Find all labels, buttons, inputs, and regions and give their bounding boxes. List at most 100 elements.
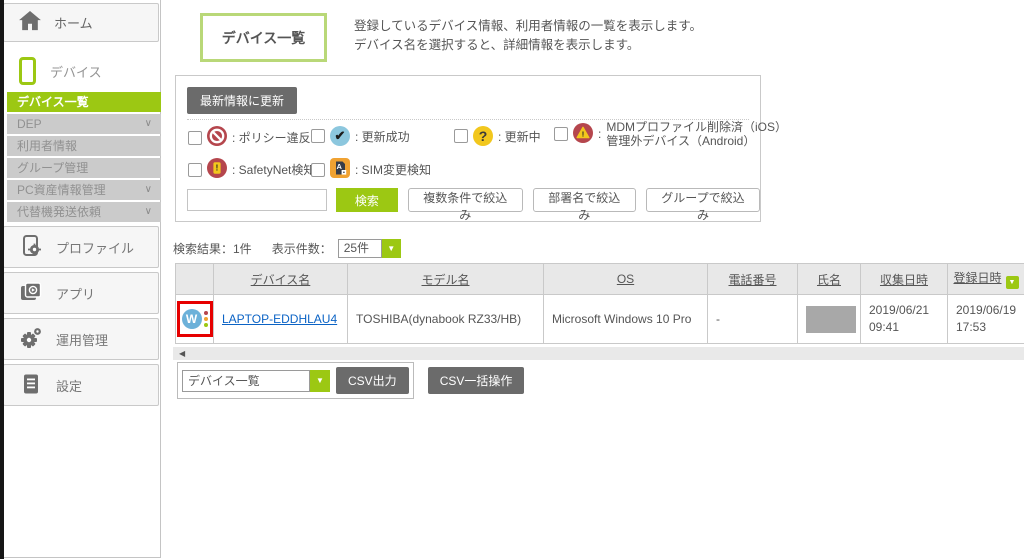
chevron-down-icon: ∨ [145, 114, 152, 134]
page-description: 登録しているデバイス情報、利用者情報の一覧を表示します。 デバイス名を選択すると… [354, 17, 702, 55]
mdm-removed-label-line1: MDMプロファイル削除済（iOS） [606, 120, 787, 134]
device-icon [19, 57, 36, 85]
status-filter-mdm-removed: ! : MDMプロファイル削除済（iOS） 管理外デバイス（Android） [554, 120, 787, 148]
sidebar-item-group-management[interactable]: グループ管理 [7, 158, 161, 178]
mdm-removed-warning-icon: ! [573, 123, 593, 146]
menu-label: グループ管理 [17, 161, 88, 175]
status-filter-safetynet: ! : SafetyNet検知 [188, 158, 315, 181]
device-table: デバイス名 モデル名 OS 電話番号 氏名 収集日時 登録日時 ▼ W [175, 263, 1024, 344]
sidebar-device-label: デバイス [50, 62, 102, 81]
menu-label: 利用者情報 [17, 139, 77, 153]
sidebar-item-home[interactable]: ホーム [3, 3, 159, 42]
svg-text:!: ! [216, 164, 219, 173]
policy-violation-checkbox[interactable] [188, 131, 202, 145]
mdm-removed-label: MDMプロファイル削除済（iOS） 管理外デバイス（Android） [606, 120, 787, 148]
phone-sort-link[interactable]: 電話番号 [728, 273, 776, 287]
updating-icon: ? [473, 126, 493, 146]
device-name-column-header: デバイス名 [214, 264, 348, 295]
chevron-down-icon: ∨ [145, 202, 152, 222]
sidebar-item-operations[interactable]: 運用管理 [3, 318, 159, 360]
name-sort-link[interactable]: 氏名 [817, 273, 841, 287]
registered-date: 2019/06/19 [956, 302, 1016, 319]
name-cell [798, 295, 861, 344]
page-size-dropdown-arrow-icon[interactable]: ▼ [382, 239, 401, 258]
device-name-link[interactable]: LAPTOP-EDDHLAU4 [222, 312, 337, 326]
updating-checkbox[interactable] [454, 129, 468, 143]
refresh-button[interactable]: 最新情報に更新 [187, 87, 297, 114]
collected-sort-link[interactable]: 収集日時 [880, 273, 928, 287]
sidebar-home-label: ホーム [54, 13, 93, 32]
sidebar-operations-label: 運用管理 [56, 330, 108, 349]
status-dot-green [204, 323, 208, 327]
device-name-sort-link[interactable]: デバイス名 [251, 273, 311, 287]
footer-bar: デバイス一覧 ▼ CSV出力 CSV一括操作 [177, 362, 524, 399]
group-filter-button[interactable]: グループで絞込み [646, 188, 760, 212]
sim-change-icon: A [330, 158, 350, 181]
horizontal-scrollbar[interactable]: ◀ [173, 347, 1024, 360]
settings-icon [19, 372, 43, 399]
status-filter-update-success: ✔ : 更新成功 [311, 126, 410, 146]
csv-bulk-operation-button[interactable]: CSV一括操作 [428, 367, 525, 394]
redacted-name-box [806, 306, 856, 333]
page-title: デバイス一覧 [200, 13, 327, 62]
mdm-removed-colon: : [598, 127, 601, 141]
collected-column-header: 収集日時 [861, 264, 948, 295]
department-filter-button[interactable]: 部署名で絞込み [533, 188, 636, 212]
model-name-cell: TOSHIBA(dynabook RZ33/HB) [348, 295, 544, 344]
sidebar-item-user-info[interactable]: 利用者情報 [7, 136, 161, 156]
page-size-select[interactable]: 25件 [338, 239, 382, 258]
sidebar-item-settings[interactable]: 設定 [3, 364, 159, 406]
device-name-cell: LAPTOP-EDDHLAU4 [214, 295, 348, 344]
page-size-label: 表示件数： [272, 240, 332, 257]
sidebar: ホーム デバイス デバイス一覧 DEP ∨ 利用者情報 グループ管理 PC資産情… [0, 0, 161, 558]
sim-change-label: : SIM変更検知 [355, 161, 431, 178]
gear-icon [19, 326, 43, 353]
device-status-cell: W [176, 295, 214, 344]
device-submenu: デバイス一覧 DEP ∨ 利用者情報 グループ管理 PC資産情報管理 ∨ 代替機… [7, 92, 161, 222]
sidebar-item-device-list[interactable]: デバイス一覧 [7, 92, 161, 112]
sidebar-item-profile[interactable]: プロファイル [3, 226, 159, 268]
svg-text:!: ! [582, 129, 585, 138]
update-success-checkbox[interactable] [311, 129, 325, 143]
safetynet-checkbox[interactable] [188, 163, 202, 177]
multi-condition-filter-button[interactable]: 複数条件で絞込み [408, 188, 523, 212]
scroll-left-arrow-icon[interactable]: ◀ [179, 347, 185, 360]
phone-column-header: 電話番号 [708, 264, 798, 295]
search-button[interactable]: 検索 [336, 188, 398, 212]
mdm-removed-label-line2: 管理外デバイス（Android） [606, 134, 787, 148]
page-description-line1: 登録しているデバイス情報、利用者情報の一覧を表示します。 [354, 17, 702, 36]
sidebar-item-pc-asset[interactable]: PC資産情報管理 ∨ [7, 180, 161, 200]
os-column-header: OS [544, 264, 708, 295]
sidebar-item-replacement-request[interactable]: 代替機発送依頼 ∨ [7, 202, 161, 222]
export-type-dropdown-arrow-icon[interactable]: ▼ [310, 370, 330, 392]
status-dots [204, 311, 208, 327]
sidebar-apps-label: アプリ [56, 284, 95, 303]
model-name-sort-link[interactable]: モデル名 [421, 273, 469, 287]
sidebar-item-apps[interactable]: アプリ [3, 272, 159, 314]
table-row: W LAPTOP-EDDHLAU4 TOSHIBA(dynabook RZ33/… [176, 295, 1024, 344]
name-column-header: 氏名 [798, 264, 861, 295]
svg-text:A: A [336, 162, 342, 171]
sidebar-section-device: デバイス [3, 55, 160, 87]
sim-change-checkbox[interactable] [311, 163, 325, 177]
status-filter-policy-violation: : ポリシー違反 [188, 126, 311, 149]
status-filter-sim-change: A : SIM変更検知 [311, 158, 431, 181]
os-sort-link[interactable]: OS [617, 272, 634, 286]
export-type-select[interactable]: デバイス一覧 [182, 370, 310, 392]
update-success-icon: ✔ [330, 126, 350, 146]
sort-desc-icon[interactable]: ▼ [1006, 276, 1019, 289]
update-success-label: : 更新成功 [355, 128, 410, 145]
registered-sort-link[interactable]: 登録日時 [953, 271, 1001, 285]
csv-export-button[interactable]: CSV出力 [336, 367, 409, 394]
registered-cell: 2019/06/19 17:53 [948, 295, 1024, 344]
sidebar-settings-label: 設定 [56, 376, 82, 395]
windows-device-icon: W [182, 309, 202, 329]
search-row: 検索 複数条件で絞込み 部署名で絞込み グループで絞込み [187, 188, 760, 212]
collected-cell: 2019/06/21 09:41 [861, 295, 948, 344]
menu-label: 代替機発送依頼 [17, 205, 101, 219]
mdm-removed-checkbox[interactable] [554, 127, 568, 141]
collected-time: 09:41 [869, 319, 939, 336]
sidebar-item-dep[interactable]: DEP ∨ [7, 114, 161, 134]
policy-violation-icon [207, 126, 227, 149]
search-input[interactable] [187, 189, 327, 211]
